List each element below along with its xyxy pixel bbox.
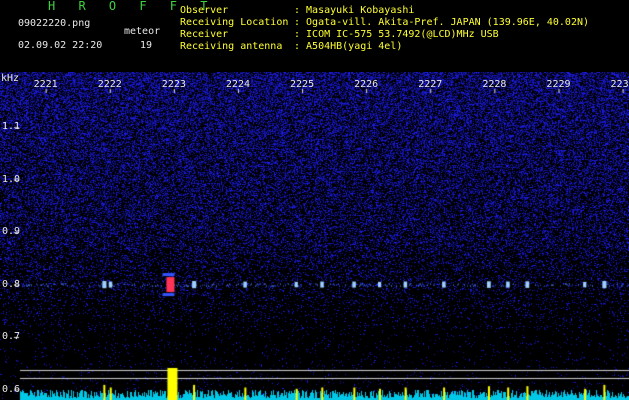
x-tick-label: 2227 [418,79,443,90]
x-tick-label: 2225 [290,79,315,90]
datetime-label: 02.09.02 22:20 [18,40,103,51]
y-tick-label: 0.6 [2,383,21,395]
y-tick-label: 0.7 [2,331,21,343]
x-tick-label: 2222 [97,79,122,90]
info-value-antenna: : A504HB(yagi 4el) [294,41,403,52]
info-value-observer: : Masayuki Kobayashi [294,5,415,16]
x-tick-label: 2221 [33,79,58,90]
meteor-count: 19 [140,40,153,51]
info-label-receiver: Receiver [180,29,229,40]
info-label-antenna: Receiving antenna [180,41,283,52]
y-tick-label: 0.8 [2,278,21,290]
x-tick-label: 2229 [546,79,571,90]
x-tick-label: 2228 [482,79,507,90]
info-value-receiver: : ICOM IC-575 53.7492(@LCD)MHz USB [294,29,499,40]
header-panel: H R O F F T 09022220.png meteor 02.09.02… [0,0,629,72]
y-axis-unit: kHz [1,73,20,84]
info-label-location: Receiving Location [180,17,289,28]
y-tick-label: 1.0 [2,173,21,185]
filename-label: 09022220.png [18,18,91,29]
x-tick-label: 2226 [354,79,379,90]
spectrogram-canvas [0,72,629,400]
y-tick-label: 1.1 [2,121,21,133]
info-label-observer: Observer [180,5,229,16]
info-value-location: : Ogata-vill. Akita-Pref. JAPAN (139.96E… [294,17,590,28]
y-tick-label: 0.9 [2,226,21,238]
x-tick-label: 2223 [161,79,186,90]
meteor-label: meteor [124,26,161,37]
x-tick-label: 2230 [610,79,629,90]
x-tick-label: 2224 [225,79,250,90]
